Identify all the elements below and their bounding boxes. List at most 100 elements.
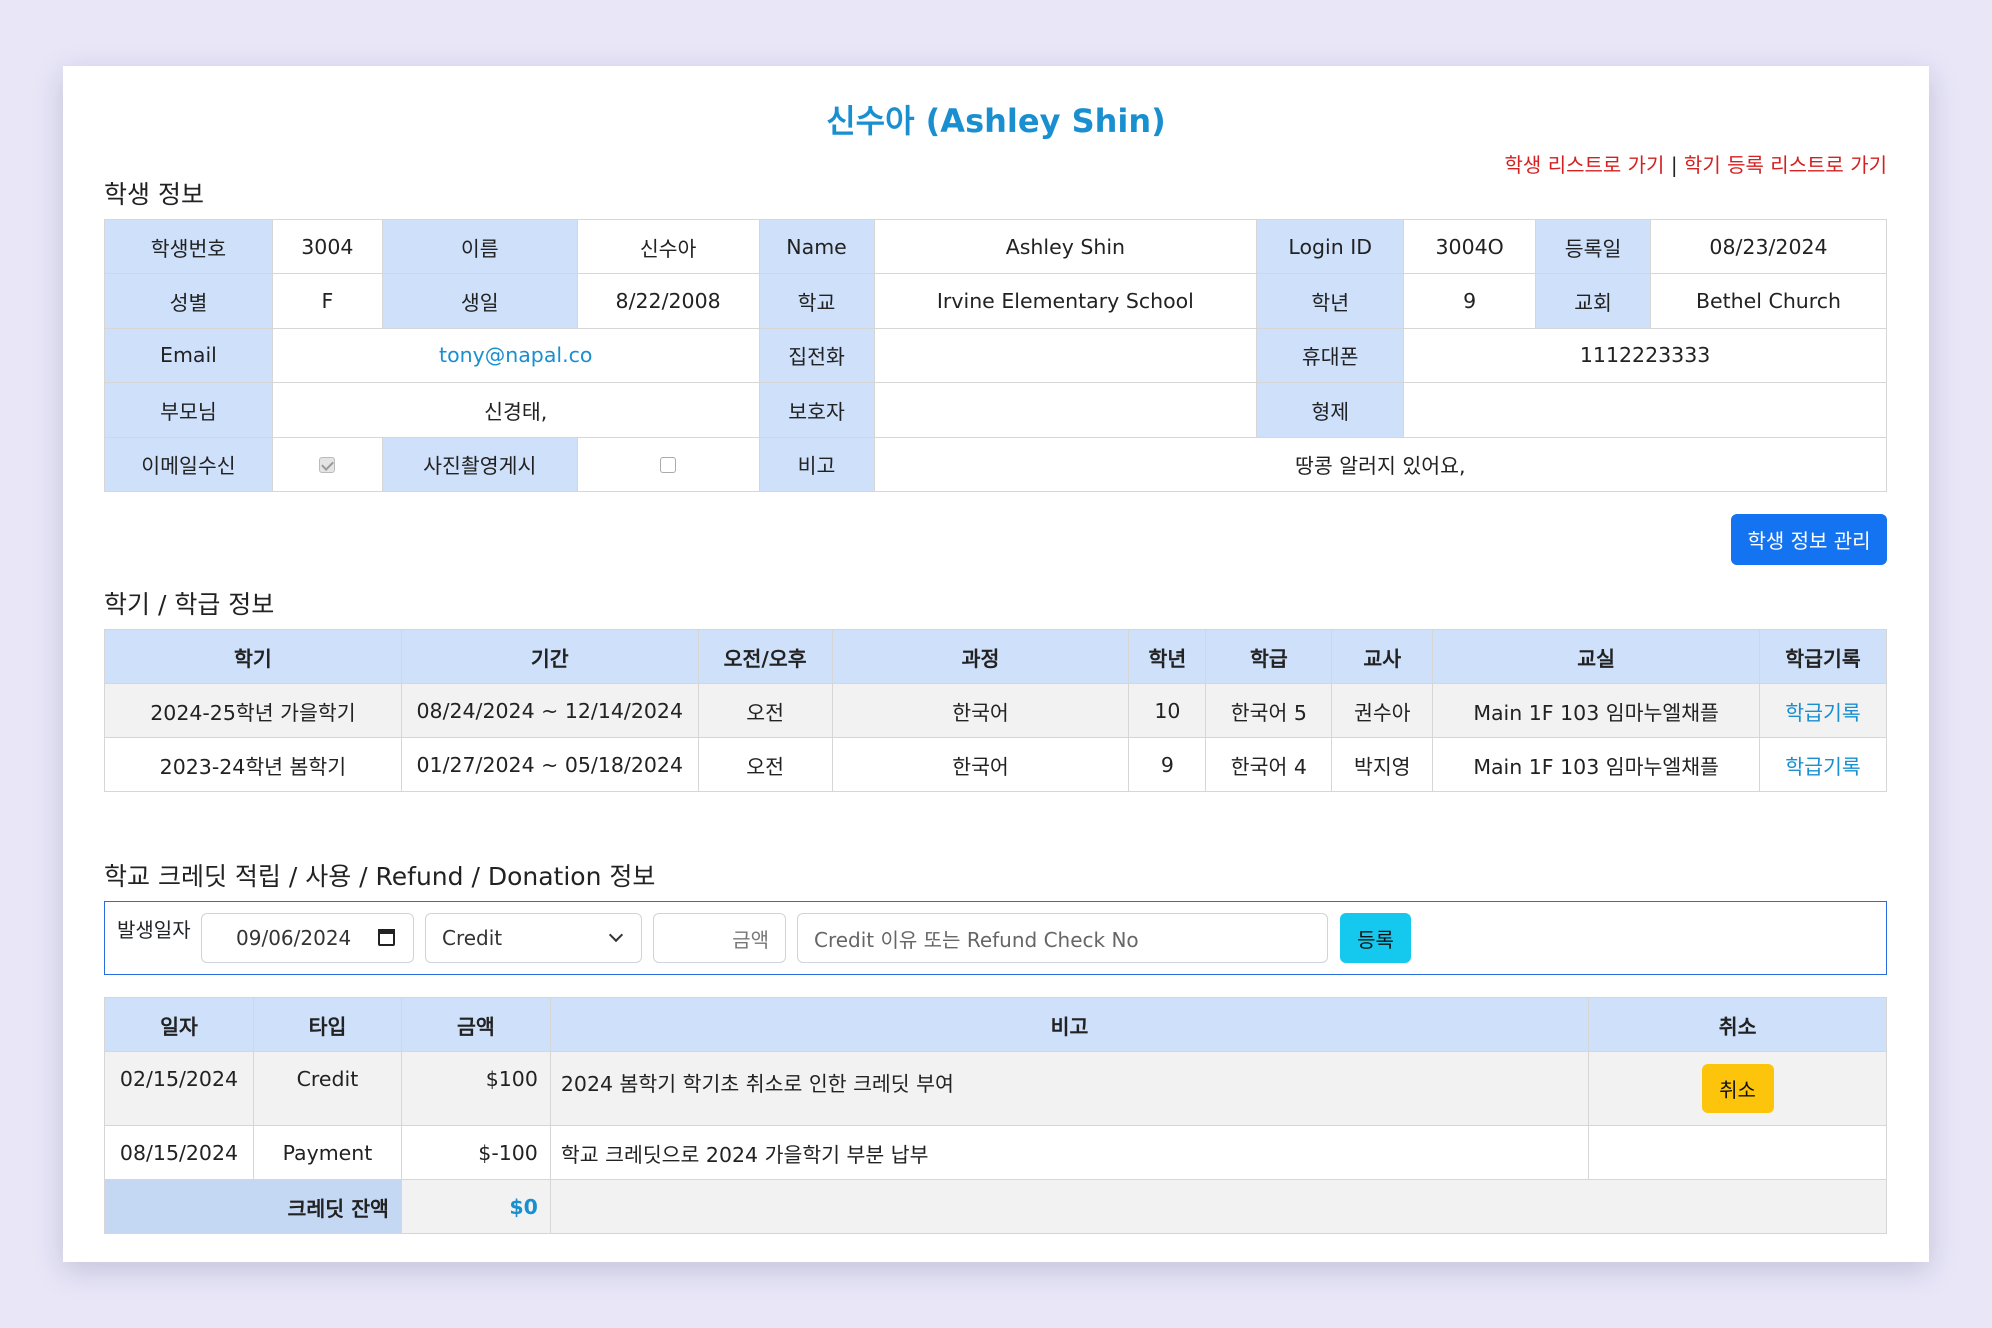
email-opt-checkbox[interactable] [319, 457, 336, 474]
terms-header-cell: 기간 [400, 629, 699, 684]
ledger-header-cell: 타입 [252, 997, 402, 1052]
student-section-title: 학생 정보 [104, 180, 204, 209]
ledger-header-cell: 비고 [549, 997, 1590, 1052]
top-nav-links: 학생 리스트로 가기 | 학기 등록 리스트로 가기 [1505, 149, 1887, 178]
student-id-value: 3004 [271, 218, 383, 275]
ledger-header-cell: 금액 [400, 997, 551, 1052]
date-input-value: 09/06/2024 [236, 926, 352, 950]
manage-student-button[interactable]: 학생 정보 관리 [1731, 514, 1887, 565]
terms-header-cell: 교사 [1331, 629, 1434, 684]
ledger-type-cell: Payment [252, 1125, 402, 1180]
terms-cell: 한국어 [831, 683, 1130, 738]
reg-date-label: 등록일 [1535, 218, 1652, 275]
name-en-value: Ashley Shin [873, 218, 1258, 275]
student-id-label: 학생번호 [104, 218, 273, 275]
credit-section-title: 학교 크레딧 적립 / 사용 / Refund / Donation 정보 [104, 862, 656, 891]
login-id-value: 3004O [1403, 218, 1537, 275]
name-ko-label: 이름 [381, 218, 578, 275]
terms-cell: 한국어 4 [1205, 737, 1333, 792]
ledger-cancel-cell: 취소 [1588, 1051, 1887, 1126]
ledger-header-cell: 일자 [104, 997, 254, 1052]
church-label: 교회 [1535, 273, 1652, 329]
terms-header-cell: 오전/오후 [697, 629, 833, 684]
siblings-value [1403, 382, 1887, 438]
amount-input[interactable]: 금액 [653, 913, 786, 963]
date-input[interactable]: 09/06/2024 [201, 913, 414, 963]
school-value: Irvine Elementary School [873, 273, 1258, 329]
email-opt-label: 이메일수신 [104, 436, 273, 492]
balance-row: 크레딧 잔액 $0 [104, 1179, 1888, 1234]
school-label: 학교 [758, 273, 875, 329]
guardian-label: 보호자 [758, 382, 875, 438]
ledger-amount-cell: $-100 [400, 1125, 551, 1180]
credit-ledger-table: 일자 타입 금액 비고 취소 02/15/2024 Credit $100 2024 봄학기 … [104, 997, 1888, 1234]
photo-opt-cell [576, 436, 760, 492]
note-input[interactable]: Credit 이유 또는 Refund Check No [797, 913, 1328, 963]
terms-row: 2024-25학년 가을학기 08/24/2024 ~ 12/14/2024 오전 한… [104, 683, 1887, 738]
student-info-table: 학생번호 3004 이름 신수아 Name Ashley Shin Login … [104, 218, 1888, 492]
ledger-header-row: 일자 타입 금액 비고 취소 [104, 997, 1887, 1052]
terms-header-cell: 학기 [104, 629, 402, 684]
terms-section-title: 학기 / 학급 정보 [104, 590, 275, 619]
mobile-value: 1112223333 [1403, 327, 1887, 384]
terms-header-cell: 과정 [831, 629, 1130, 684]
page-title: 신수아 (Ashley Shin) [826, 102, 1166, 140]
home-phone-value [873, 327, 1258, 384]
register-credit-button[interactable]: 등록 [1340, 913, 1411, 963]
ledger-date-cell: 08/15/2024 [104, 1125, 254, 1180]
terms-cell: 오전 [697, 683, 833, 738]
name-en-label: Name [758, 218, 875, 275]
terms-cell: 2023-24학년 봄학기 [104, 737, 402, 792]
class-record-link[interactable]: 학급기록 [1785, 755, 1860, 779]
calendar-icon[interactable] [378, 929, 395, 946]
student-detail-card: 신수아 (Ashley Shin) 학생 리스트로 가기 | 학기 등록 리스트… [63, 66, 1929, 1262]
balance-empty-cell [549, 1179, 1888, 1234]
credit-entry-form: 발생일자 09/06/2024 Credit 금액 Credit 이유 또는 R… [104, 901, 1887, 975]
terms-row: 2023-24학년 봄학기 01/27/2024 ~ 05/18/2024 오전 한국… [104, 737, 1887, 792]
balance-label: 크레딧 잔액 [104, 1179, 402, 1234]
terms-header-row: 학기 기간 오전/오후 과정 학년 학급 교사 교실 학급기록 [104, 629, 1887, 684]
terms-cell: Main 1F 103 임마누엘채플 [1432, 683, 1761, 738]
term-list-link[interactable]: 학기 등록 리스트로 가기 [1684, 153, 1887, 177]
gender-value: F [271, 273, 383, 329]
ledger-row: 08/15/2024 Payment $-100 학교 크레딧으로 2024 가을학기… [104, 1125, 1887, 1180]
email-opt-cell [271, 436, 383, 492]
birth-label: 생일 [381, 273, 578, 329]
terms-cell: 2024-25학년 가을학기 [104, 683, 402, 738]
terms-cell: 01/27/2024 ~ 05/18/2024 [400, 737, 699, 792]
parents-value: 신경태, [271, 382, 760, 438]
ledger-note-cell: 학교 크레딧으로 2024 가을학기 부분 납부 [549, 1125, 1590, 1180]
birth-value: 8/22/2008 [576, 273, 760, 329]
class-record-cell: 학급기록 [1759, 737, 1887, 792]
chevron-down-icon [608, 927, 624, 943]
terms-cell: 9 [1128, 737, 1207, 792]
terms-table: 학기 기간 오전/오후 과정 학년 학급 교사 교실 학급기록 2024-25학년 가을학기 08… [104, 629, 1887, 792]
nav-separator: | [1670, 153, 1678, 177]
reg-date-value: 08/23/2024 [1650, 218, 1887, 275]
ledger-cancel-cell [1588, 1125, 1887, 1180]
ledger-header-cell: 취소 [1588, 997, 1887, 1052]
balance-value: $0 [400, 1179, 551, 1234]
terms-cell: 10 [1128, 683, 1207, 738]
class-record-cell: 학급기록 [1759, 683, 1887, 738]
cancel-entry-button[interactable]: 취소 [1701, 1064, 1774, 1113]
mobile-label: 휴대폰 [1256, 327, 1405, 384]
terms-cell: Main 1F 103 임마누엘채플 [1432, 737, 1761, 792]
ledger-type-cell: Credit [252, 1051, 402, 1126]
type-select-value: Credit [442, 926, 503, 950]
ledger-date-cell: 02/15/2024 [104, 1051, 254, 1126]
class-record-link[interactable]: 학급기록 [1785, 701, 1860, 725]
home-phone-label: 집전화 [758, 327, 875, 384]
type-select[interactable]: Credit [425, 913, 642, 963]
note-value: 땅콩 알러지 있어요, [873, 436, 1888, 492]
photo-opt-label: 사진촬영게시 [381, 436, 578, 492]
photo-opt-checkbox[interactable] [660, 457, 677, 474]
terms-header-cell: 학급기록 [1759, 629, 1887, 684]
login-id-label: Login ID [1256, 218, 1405, 275]
note-label: 비고 [758, 436, 875, 492]
student-list-link[interactable]: 학생 리스트로 가기 [1505, 153, 1665, 177]
email-link[interactable]: tony@napal.co [439, 343, 592, 367]
grade-value: 9 [1403, 273, 1537, 329]
amount-placeholder: 금액 [732, 927, 769, 952]
terms-cell: 한국어 5 [1205, 683, 1333, 738]
